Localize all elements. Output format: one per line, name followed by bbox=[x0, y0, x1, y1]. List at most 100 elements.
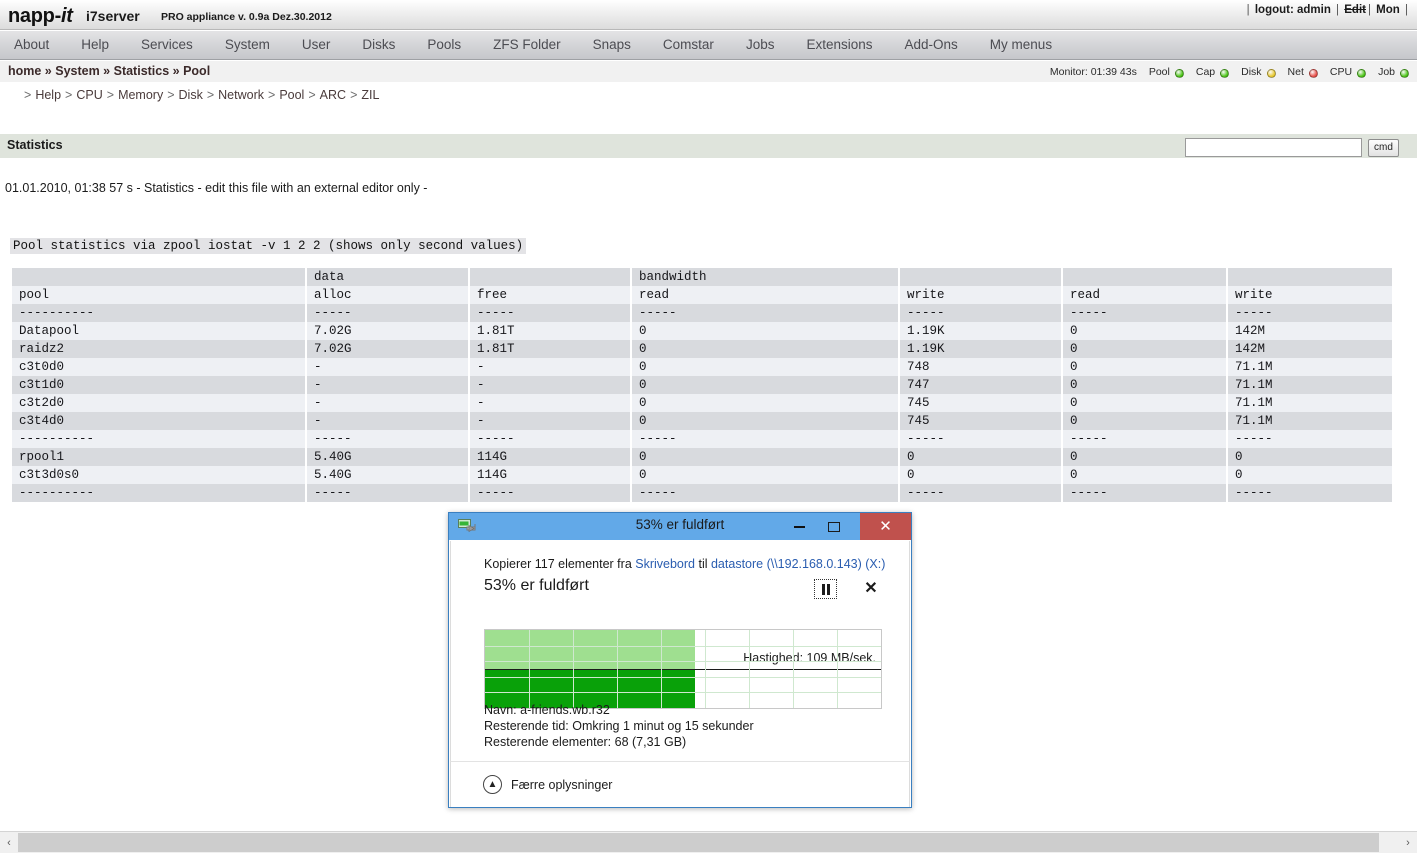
table-cell: Datapool bbox=[10, 322, 307, 340]
table-cell: 0 bbox=[1061, 394, 1228, 412]
minimize-button[interactable] bbox=[784, 513, 815, 540]
breadcrumb[interactable]: home » System » Statistics » Pool bbox=[8, 64, 210, 78]
table-cell: 71.1M bbox=[1226, 376, 1394, 394]
subnav-item-arc[interactable]: ARC bbox=[320, 88, 346, 102]
menu-item-system[interactable]: System bbox=[209, 31, 286, 58]
cancel-copy-button[interactable]: ✕ bbox=[860, 577, 882, 599]
scroll-right-arrow[interactable]: › bbox=[1399, 832, 1417, 853]
monitor-pool-led-icon bbox=[1174, 68, 1184, 78]
menu-item-help[interactable]: Help bbox=[65, 31, 125, 58]
edit-link[interactable]: Edit bbox=[1343, 4, 1367, 16]
table-row: rpool1 5.40G 114G 0 0 0 0 bbox=[10, 448, 1394, 466]
header-cell: ----- bbox=[1226, 304, 1394, 322]
monitor-net-led-icon bbox=[1308, 68, 1318, 78]
menu-item-snaps[interactable]: Snaps bbox=[577, 31, 647, 58]
header-cell bbox=[468, 268, 632, 286]
time-remaining-row: Resterende tid: Omkring 1 minut og 15 se… bbox=[484, 719, 754, 733]
table-cell: 0 bbox=[1226, 448, 1394, 466]
menu-item-add-ons[interactable]: Add-Ons bbox=[889, 31, 974, 58]
table-cell: 142M bbox=[1226, 340, 1394, 358]
graph-gridline-horizontal bbox=[485, 646, 881, 647]
close-button[interactable]: ✕ bbox=[860, 513, 911, 540]
monitor-job-led-icon bbox=[1400, 68, 1409, 78]
header-cell: read bbox=[1061, 286, 1228, 304]
subnav-item-memory[interactable]: Memory bbox=[118, 88, 163, 102]
page-root: napp-it i7server PRO appliance v. 0.9a D… bbox=[0, 0, 1417, 853]
table-cell: ----- bbox=[1061, 484, 1228, 502]
scroll-left-arrow[interactable]: ‹ bbox=[0, 832, 18, 853]
sub-navigation: > Help > CPU > Memory > Disk > Network > Pool > ARC > Z… bbox=[0, 84, 1417, 110]
maximize-button[interactable] bbox=[818, 513, 849, 540]
table-cell: ----- bbox=[305, 484, 470, 502]
graph-gridline-vertical bbox=[573, 630, 574, 708]
monitor-job-label: Job bbox=[1378, 66, 1395, 78]
menu-item-disks[interactable]: Disks bbox=[346, 31, 411, 58]
main-menu-bar: About Help Services System User Disks Pools ZFS… bbox=[0, 31, 1417, 60]
dialog-title-bar[interactable]: 53% er fuldført ✕ bbox=[449, 513, 911, 540]
table-cell: - bbox=[468, 358, 632, 376]
subnav-item-network[interactable]: Network bbox=[218, 88, 264, 102]
scroll-track[interactable] bbox=[18, 832, 1399, 853]
header-cell bbox=[1226, 268, 1394, 286]
logout-link[interactable]: logout: admin bbox=[1254, 4, 1332, 16]
separator-3: | bbox=[1367, 4, 1375, 16]
table-cell: 114G bbox=[468, 466, 632, 484]
items-remaining-row: Resterende elementer: 68 (7,31 GB) bbox=[484, 735, 686, 749]
pause-button[interactable] bbox=[814, 579, 837, 599]
table-cell: 0 bbox=[630, 394, 900, 412]
account-actions: | logout: admin | Edit | Mon | bbox=[1246, 4, 1409, 16]
table-row: c3t1d0- -0 747 0 71.1M bbox=[10, 376, 1394, 394]
separator-2: | bbox=[1332, 4, 1343, 16]
table-cell: 1.19K bbox=[898, 322, 1063, 340]
copy-destination-link[interactable]: datastore (\\192.168.0.143) (X:) bbox=[711, 557, 885, 571]
less-info-toggle[interactable]: ▲ Færre oplysninger bbox=[483, 775, 612, 794]
menu-item-extensions[interactable]: Extensions bbox=[790, 31, 888, 58]
subnav-item-zil[interactable]: ZIL bbox=[361, 88, 379, 102]
menu-item-user[interactable]: User bbox=[286, 31, 347, 58]
subnav-item-help[interactable]: Help bbox=[35, 88, 61, 102]
menu-item-jobs[interactable]: Jobs bbox=[730, 31, 791, 58]
subnav-item-disk[interactable]: Disk bbox=[179, 88, 203, 102]
scroll-thumb[interactable] bbox=[18, 833, 1379, 852]
menu-item-my-menus[interactable]: My menus bbox=[974, 31, 1068, 58]
menu-item-services[interactable]: Services bbox=[125, 31, 209, 58]
menu-item-pools[interactable]: Pools bbox=[411, 31, 477, 58]
table-header-row: pool alloc free read write read write bbox=[10, 286, 1394, 304]
header-cell: ----- bbox=[1061, 304, 1228, 322]
header-cell: free bbox=[468, 286, 632, 304]
file-name-value: a-friends.wb.r32 bbox=[520, 703, 610, 717]
header-cell: write bbox=[898, 286, 1063, 304]
table-cell: 1.81T bbox=[468, 340, 632, 358]
table-cell: 0 bbox=[630, 340, 900, 358]
pool-iostat-table: data bandwidth pool alloc free read write read w… bbox=[10, 268, 1394, 502]
graph-speed-area bbox=[485, 630, 695, 669]
table-cell: 1.81T bbox=[468, 322, 632, 340]
header-cell: bandwidth bbox=[630, 268, 900, 286]
subnav-separator: > bbox=[106, 88, 115, 102]
table-cell: rpool1 bbox=[10, 448, 307, 466]
table-cell: - bbox=[305, 376, 470, 394]
table-cell: c3t4d0 bbox=[10, 412, 307, 430]
menu-item-comstar[interactable]: Comstar bbox=[647, 31, 730, 58]
table-cell: ----- bbox=[468, 484, 632, 502]
logo-it: it bbox=[60, 5, 73, 27]
menu-item-zfs-folder[interactable]: ZFS Folder bbox=[477, 31, 577, 58]
monitor-pool-label: Pool bbox=[1148, 66, 1170, 78]
table-cell: 0 bbox=[1226, 466, 1394, 484]
subnav-separator: > bbox=[24, 88, 32, 102]
table-cell: ----- bbox=[305, 430, 470, 448]
copy-source-link[interactable]: Skrivebord bbox=[635, 557, 695, 571]
cmd-input[interactable] bbox=[1185, 138, 1362, 157]
table-cell: 71.1M bbox=[1226, 358, 1394, 376]
table-cell: - bbox=[468, 394, 632, 412]
subnav-item-cpu[interactable]: CPU bbox=[76, 88, 102, 102]
table-row: ---------- ----- ----- ----- ----- ----- ----- bbox=[10, 484, 1394, 502]
subnav-item-pool[interactable]: Pool bbox=[279, 88, 304, 102]
table-cell: 5.40G bbox=[305, 466, 470, 484]
horizontal-scrollbar[interactable]: ‹ › bbox=[0, 831, 1417, 853]
graph-gridline-vertical bbox=[661, 630, 662, 708]
appliance-version-label: PRO appliance v. 0.9a Dez.30.2012 bbox=[161, 11, 332, 23]
separator-1: | bbox=[1246, 4, 1253, 16]
cmd-button[interactable]: cmd bbox=[1368, 139, 1399, 157]
menu-item-about[interactable]: About bbox=[0, 31, 65, 58]
